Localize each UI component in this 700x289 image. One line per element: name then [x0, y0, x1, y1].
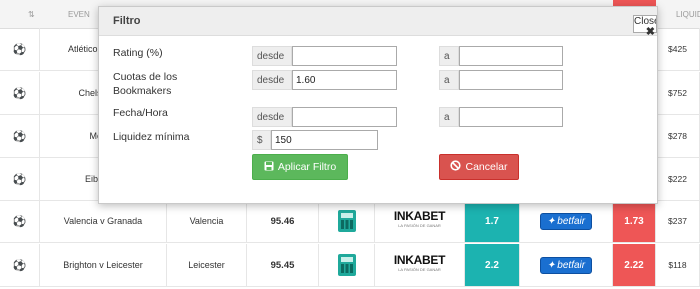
odds-label-line2: Bookmakers — [113, 85, 172, 97]
rating-cell: 95.45 — [247, 244, 319, 286]
rating-from-addon: desde — [252, 46, 292, 66]
header-liquidity[interactable]: LIQUID — [676, 10, 700, 19]
date-label: Fecha/Hora — [113, 107, 168, 119]
liquidity-cell: $278 — [656, 115, 700, 157]
inkabet-logo[interactable]: INKABETLA PASIÓN DE GANAR — [394, 254, 446, 275]
odds-label-line1: Cuotas de los — [113, 71, 178, 83]
exchange-cell[interactable]: ✦betfair — [520, 244, 613, 286]
odds-to-input[interactable] — [459, 70, 563, 90]
odds-from-input[interactable] — [292, 70, 397, 90]
soccer-ball-icon: ⚽ — [12, 215, 27, 228]
filter-modal: Filtro Close ✖ Rating (%) desde a Cuotas… — [98, 6, 658, 204]
bookmaker-cell[interactable]: INKABETLA PASIÓN DE GANAR — [375, 244, 465, 286]
odds-from-addon: desde — [252, 70, 292, 90]
rating-label: Rating (%) — [113, 47, 163, 59]
lay-odds-cell[interactable]: 1.73 — [613, 200, 656, 242]
calculator-cell[interactable] — [319, 244, 375, 286]
date-to-addon: a — [439, 107, 459, 127]
date-from-input[interactable] — [292, 107, 397, 127]
selection-cell: Valencia — [167, 200, 247, 242]
sport-cell: ⚽ — [0, 200, 40, 242]
soccer-ball-icon: ⚽ — [12, 130, 27, 143]
header-event[interactable]: EVEN — [68, 10, 90, 19]
liquidity-cell: $752 — [656, 72, 700, 114]
save-icon — [264, 161, 274, 174]
liquidity-addon: $ — [252, 130, 271, 150]
liquidity-label: Liquidez mínima — [113, 131, 190, 143]
cancel-label: Cancelar — [465, 161, 508, 173]
back-odds-cell[interactable]: 1.7 — [465, 200, 520, 242]
rating-to-addon: a — [439, 46, 459, 66]
rating-from-input[interactable] — [292, 46, 397, 66]
apply-filter-button[interactable]: Aplicar Filtro — [252, 154, 348, 180]
bookmaker-cell[interactable]: INKABETLA PASIÓN DE GANAR — [375, 200, 465, 242]
ban-icon — [450, 160, 462, 174]
liquidity-input[interactable] — [271, 130, 378, 150]
date-to-input[interactable] — [459, 107, 563, 127]
event-cell[interactable]: Brighton v Leicester — [40, 244, 167, 286]
sport-cell: ⚽ — [0, 28, 40, 70]
cancel-button[interactable]: Cancelar — [439, 154, 519, 180]
soccer-ball-icon: ⚽ — [12, 259, 27, 272]
soccer-ball-icon: ⚽ — [12, 87, 27, 100]
rating-to-input[interactable] — [459, 46, 563, 66]
sport-cell: ⚽ — [0, 244, 40, 286]
liquidity-cell: $425 — [656, 28, 700, 70]
odds-to-addon: a — [439, 70, 459, 90]
calculator-icon[interactable] — [337, 210, 356, 232]
sport-cell: ⚽ — [0, 72, 40, 114]
lay-odds-cell[interactable]: 2.22 — [613, 244, 656, 286]
table-row[interactable]: ⚽ Valencia v Granada Valencia 95.46 INKABET L… — [0, 200, 700, 243]
rating-cell: 95.46 — [247, 200, 319, 242]
soccer-ball-icon: ⚽ — [12, 43, 27, 56]
selection-cell: Leicester — [167, 244, 247, 286]
modal-header: Filtro Close ✖ — [99, 7, 657, 38]
modal-title: Filtro — [113, 15, 141, 27]
sort-icon[interactable]: ⇅ — [28, 10, 35, 19]
sport-cell: ⚽ — [0, 158, 40, 200]
betfair-logo[interactable]: ✦betfair — [539, 256, 593, 274]
close-icon[interactable]: ✖ — [646, 25, 655, 38]
liquidity-cell: $222 — [656, 158, 700, 200]
apply-filter-label: Aplicar Filtro — [277, 161, 337, 173]
event-cell[interactable]: Valencia v Granada — [40, 200, 167, 242]
inkabet-logo[interactable]: INKABETLA PASIÓN DE GANAR — [394, 210, 446, 231]
sport-cell: ⚽ — [0, 115, 40, 157]
soccer-ball-icon: ⚽ — [12, 173, 27, 186]
date-from-addon: desde — [252, 107, 292, 127]
exchange-cell[interactable]: ✦betfair — [520, 200, 613, 242]
liquidity-cell: $237 — [656, 200, 700, 242]
calculator-cell[interactable] — [319, 200, 375, 242]
table-row[interactable]: ⚽ Brighton v Leicester Leicester 95.45 INKAB… — [0, 244, 700, 287]
calculator-icon[interactable] — [337, 254, 356, 276]
liquidity-cell: $118 — [656, 244, 700, 286]
betfair-logo[interactable]: ✦betfair — [539, 212, 593, 230]
back-odds-cell[interactable]: 2.2 — [465, 244, 520, 286]
